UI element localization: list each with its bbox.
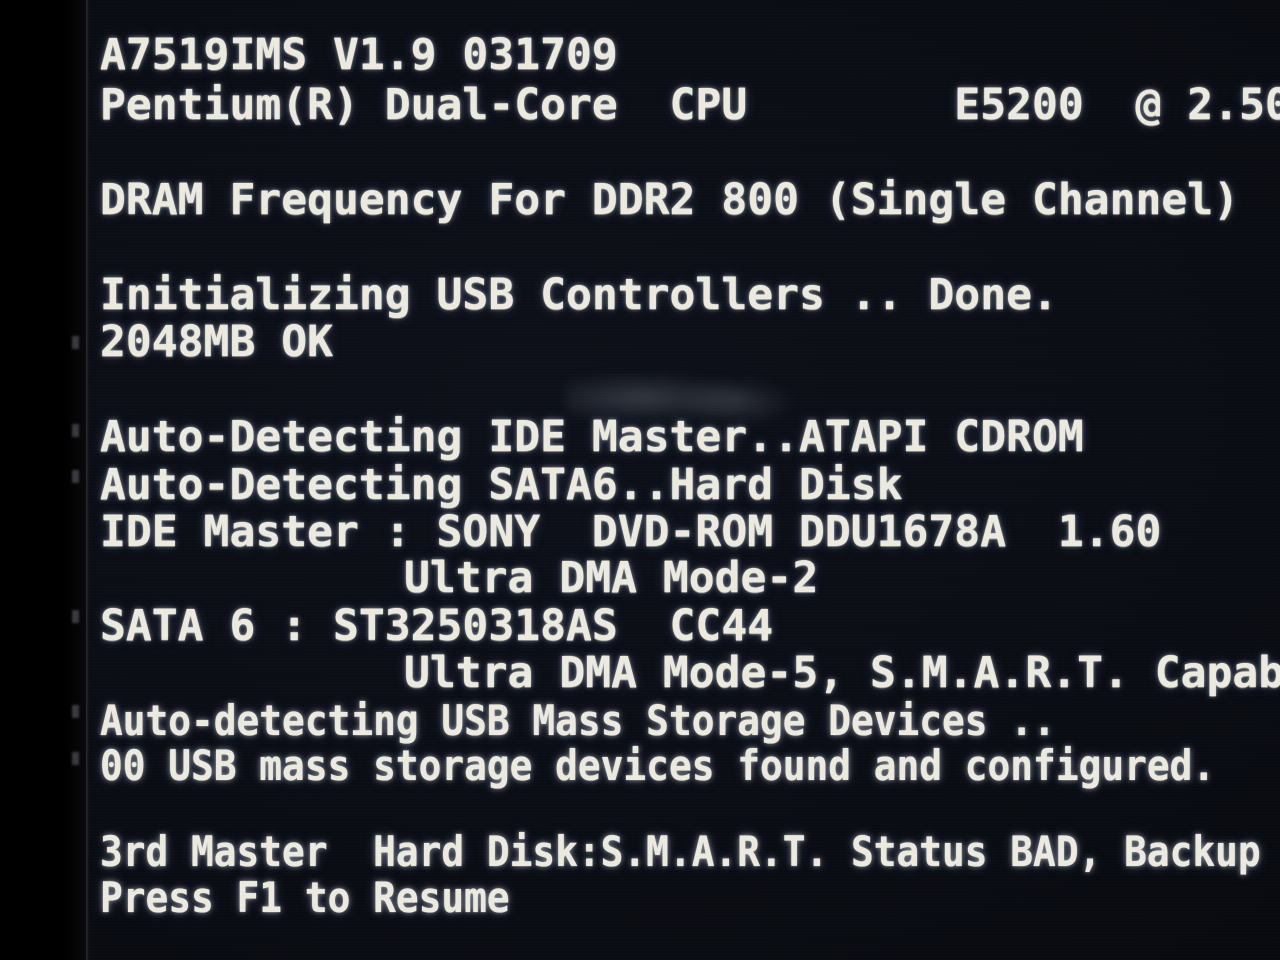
autodetect-usb-storage-line: Auto-detecting USB Mass Storage Devices … [100,696,1056,745]
ide-master-device-line: IDE Master : SONY DVD-ROM DDU1678A 1.60 [100,507,1162,557]
crt-edge-scanline-tick [72,424,79,437]
bios-id-line: A7519IMS V1.9 031709 [100,30,618,80]
crt-edge-scanline-tick [72,705,79,718]
usb-controllers-line: Initializing USB Controllers .. Done. [100,270,1058,320]
crt-edge-scanline-tick [72,752,79,765]
smart-status-line: 3rd Master Hard Disk:S.M.A.R.T. Status B… [100,827,1261,876]
usb-storage-result-line: 00 USB mass storage devices found and co… [100,741,1216,790]
memory-size-line: 2048MB OK [100,317,333,367]
sata6-device-line: SATA 6 : ST3250318AS CC44 [100,601,774,651]
crt-edge-scanline-tick [72,610,79,623]
crt-edge-scanline-tick [72,336,79,349]
crt-edge-scanline-tick [72,470,79,483]
post-message-list: A7519IMS V1.9 031709 Pentium(R) Dual-Core… [0,0,1280,960]
ide-master-mode-line: Ultra DMA Mode-2 [404,553,819,603]
sata6-mode-line: Ultra DMA Mode-5, S.M.A.R.T. Capable a [404,648,1280,698]
bios-post-screen: A7519IMS V1.9 031709 Pentium(R) Dual-Core… [0,0,1280,960]
dram-frequency-line: DRAM Frequency For DDR2 800 (Single Chan… [100,175,1240,225]
cpu-line: Pentium(R) Dual-Core CPU E5200 @ 2.50GHz… [100,80,1280,130]
autodetect-ide-master-line: Auto-Detecting IDE Master..ATAPI CDROM [100,412,1084,462]
press-f1-line: Press F1 to Resume [100,873,510,922]
autodetect-sata6-line: Auto-Detecting SATA6..Hard Disk [100,460,903,510]
monitor-bezel-edge-highlight [86,0,89,960]
